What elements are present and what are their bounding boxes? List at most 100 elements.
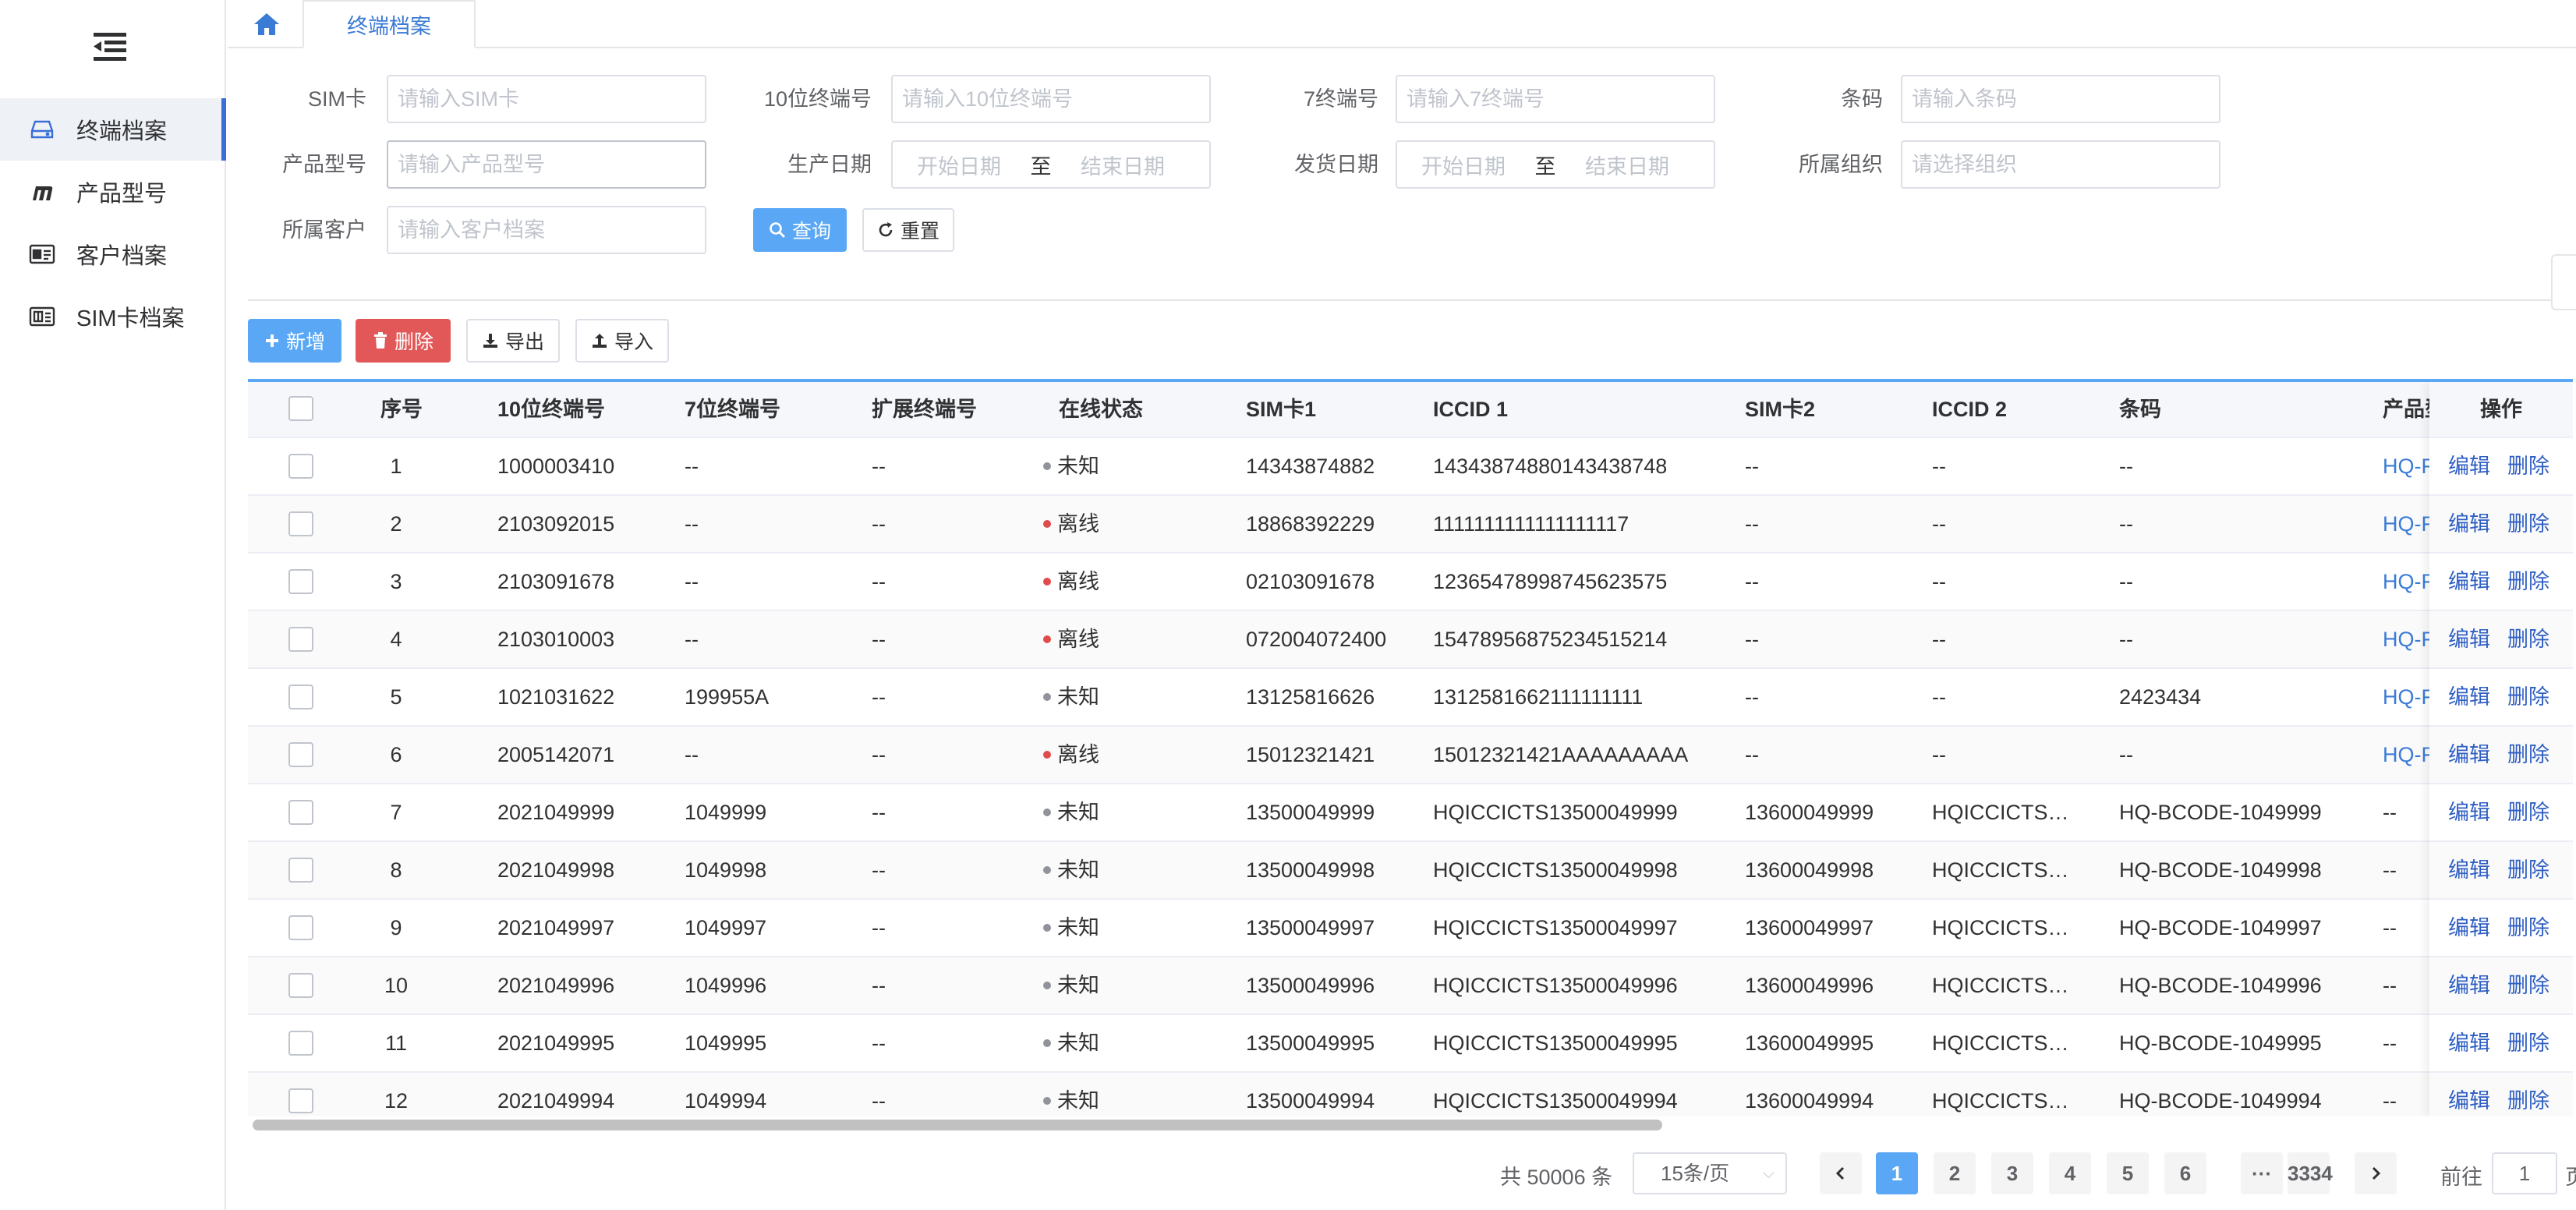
page-3[interactable]: 3 [1991,1152,2033,1194]
page-last[interactable]: 3334 [2288,1152,2333,1194]
model-input[interactable]: 请输入产品型号 [387,140,706,189]
row-checkbox[interactable] [288,685,313,709]
customer-input[interactable]: 请输入客户档案 [387,206,706,254]
cell-status: 未知 [1043,957,1099,1014]
table-row[interactable]: 8 2021049998 1049998 -- 未知 13500049998 HQICCIC… [248,842,2573,900]
org-select[interactable]: 请选择组织 [1901,140,2220,189]
cell-model-link[interactable]: HQ-F [2383,727,2434,783]
edit-link[interactable]: 编辑 [2448,784,2490,840]
import-button[interactable]: 导入 [575,319,669,363]
cell-model-link[interactable]: HQ-F [2383,438,2434,494]
edit-link[interactable]: 编辑 [2448,554,2490,610]
sidebar-item-terminal-archive[interactable]: 终端档案 [0,98,226,161]
delete-button[interactable]: 删除 [356,319,451,363]
cell-model-link[interactable]: HQ-F [2383,496,2434,552]
delete-link[interactable]: 删除 [2507,554,2549,610]
sidebar-item-product-model[interactable]: 产品型号 [0,161,226,223]
delete-link[interactable]: 删除 [2507,1015,2549,1071]
row-checkbox[interactable] [288,800,313,825]
sidebar-item-label: 产品型号 [76,182,168,207]
row-checkbox[interactable] [288,858,313,883]
delete-link[interactable]: 删除 [2507,727,2549,783]
delete-link[interactable]: 删除 [2507,842,2549,898]
row-checkbox[interactable] [288,973,313,998]
sidebar-item-sim-archive[interactable]: SIM卡档案 [0,285,226,348]
ship-date-start[interactable]: 开始日期 [1397,150,1530,180]
table-row[interactable]: 4 2103010003 -- -- 离线 072004072400 15478956875… [248,611,2573,669]
goto-page-input[interactable]: 1 [2492,1152,2557,1194]
sidebar-item-customer-archive[interactable]: 客户档案 [0,223,226,285]
tab-terminal-archive[interactable]: 终端档案 [303,0,476,48]
page-ellipsis[interactable]: ··· [2241,1152,2283,1194]
edit-link[interactable]: 编辑 [2448,727,2490,783]
row-checkbox[interactable] [288,742,313,767]
delete-link[interactable]: 删除 [2507,784,2549,840]
right-panel-handle[interactable] [2551,254,2576,310]
table-row[interactable]: 2 2103092015 -- -- 离线 18868392229 111111111111… [248,496,2573,554]
delete-link[interactable]: 删除 [2507,611,2549,667]
edit-link[interactable]: 编辑 [2448,438,2490,494]
delete-link[interactable]: 删除 [2507,1073,2549,1116]
delete-link[interactable]: 删除 [2507,957,2549,1014]
row-checkbox[interactable] [288,1031,313,1056]
edit-link[interactable]: 编辑 [2448,957,2490,1014]
delete-link[interactable]: 删除 [2507,438,2549,494]
menu-collapse-icon[interactable] [92,31,128,62]
table-row[interactable]: 11 2021049995 1049995 -- 未知 13500049995 HQICCI… [248,1015,2573,1073]
edit-link[interactable]: 编辑 [2448,900,2490,956]
cell-model-link[interactable]: HQ-F [2383,611,2434,667]
select-all-checkbox[interactable] [288,396,313,421]
page-size-select[interactable]: 15条/页 ⌵ [1633,1152,1787,1194]
prod-date-end[interactable]: 结束日期 [1056,150,1189,180]
row-checkbox[interactable] [288,915,313,940]
row-checkbox[interactable] [288,454,313,479]
scrollbar-thumb[interactable] [253,1120,1662,1130]
row-checkbox[interactable] [288,627,313,652]
edit-link[interactable]: 编辑 [2448,611,2490,667]
table-row[interactable]: 5 1021031622 199955A -- 未知 13125816626 1312581… [248,669,2573,727]
query-button[interactable]: 查询 [753,208,847,252]
term7-input[interactable]: 请输入7终端号 [1396,75,1715,123]
edit-link[interactable]: 编辑 [2448,1015,2490,1071]
ship-date-end[interactable]: 结束日期 [1561,150,1693,180]
add-button[interactable]: 新增 [248,319,341,363]
page-1[interactable]: 1 [1876,1152,1918,1194]
edit-link[interactable]: 编辑 [2448,669,2490,725]
search-icon [770,222,785,238]
delete-link[interactable]: 删除 [2507,496,2549,552]
home-icon[interactable] [245,0,288,48]
row-checkbox[interactable] [288,569,313,594]
table-row[interactable]: 1 1000003410 -- -- 未知 14343874882 143438748801… [248,438,2573,496]
table-row[interactable]: 10 2021049996 1049996 -- 未知 13500049996 HQICCI… [248,957,2573,1015]
table-row[interactable]: 7 2021049999 1049999 -- 未知 13500049999 HQICCIC… [248,784,2573,842]
prev-page-button[interactable] [1820,1152,1862,1194]
prod-date-range[interactable]: 开始日期 至 结束日期 [891,140,1211,189]
edit-link[interactable]: 编辑 [2448,496,2490,552]
delete-link[interactable]: 删除 [2507,900,2549,956]
ship-date-range[interactable]: 开始日期 至 结束日期 [1396,140,1715,189]
cell-model-link[interactable]: HQ-F [2383,554,2434,610]
table-row[interactable]: 3 2103091678 -- -- 离线 02103091678 123654789987… [248,554,2573,611]
sim-input[interactable]: 请输入SIM卡 [387,75,706,123]
table-horizontal-scrollbar[interactable] [248,1116,2573,1132]
next-page-button[interactable] [2355,1152,2397,1194]
row-checkbox[interactable] [288,511,313,536]
edit-link[interactable]: 编辑 [2448,842,2490,898]
row-checkbox[interactable] [288,1088,313,1113]
page-2[interactable]: 2 [1934,1152,1976,1194]
export-button[interactable]: 导出 [466,319,560,363]
reset-button[interactable]: 重置 [862,208,954,252]
table-row[interactable]: 6 2005142071 -- -- 离线 15012321421 15012321421A… [248,727,2573,784]
delete-link[interactable]: 删除 [2507,669,2549,725]
table-row[interactable]: 12 2021049994 1049994 -- 未知 13500049994 HQICCI… [248,1073,2573,1116]
term10-input[interactable]: 请输入10位终端号 [891,75,1211,123]
page-4[interactable]: 4 [2049,1152,2091,1194]
edit-link[interactable]: 编辑 [2448,1073,2490,1116]
cell-index: 5 [390,685,402,709]
page-5[interactable]: 5 [2107,1152,2149,1194]
page-6[interactable]: 6 [2164,1152,2206,1194]
prod-date-start[interactable]: 开始日期 [893,150,1025,180]
table-row[interactable]: 9 2021049997 1049997 -- 未知 13500049997 HQICCIC… [248,900,2573,957]
cell-model-link[interactable]: HQ-F [2383,669,2434,725]
barcode-input[interactable]: 请输入条码 [1901,75,2220,123]
